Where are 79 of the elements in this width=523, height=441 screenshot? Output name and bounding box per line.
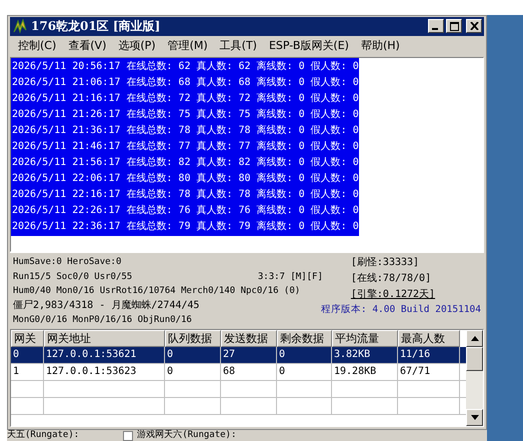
table-cell[interactable] [11, 398, 44, 416]
scrollbar[interactable] [466, 330, 483, 426]
table-cell[interactable]: 0 [277, 364, 332, 382]
table-cell[interactable] [44, 381, 165, 398]
window-title: 176乾龙01区 [商业版] [31, 18, 160, 35]
table-cell[interactable] [398, 398, 460, 416]
log-line: 2026/5/11 22:26:17 在线总数: 76 真人数: 76 离线数: 0 假人数: 0 [11, 204, 359, 218]
menu-item[interactable]: 帮助(H) [354, 38, 406, 53]
table-cell[interactable]: 0 [11, 347, 44, 364]
status-text: 僵尸2,983/4318 - 月魔蜘蛛/2744/45 [13, 298, 200, 313]
table-cell[interactable] [398, 381, 460, 398]
menu-item[interactable]: 管理(M) [162, 38, 214, 53]
table-cell[interactable]: 3.82KB [332, 347, 398, 364]
column-header[interactable]: 平均流量 [332, 330, 398, 348]
log-line: 2026/5/11 22:06:17 在线总数: 80 真人数: 80 离线数: 0 假人数: 0 [11, 172, 359, 186]
table-cell[interactable] [332, 381, 398, 398]
version-text: 程序版本: 4.00 Build 20151104 [320, 303, 481, 318]
table-cell[interactable] [11, 381, 44, 398]
log-line: 2026/5/11 20:56:17 在线总数: 62 真人数: 62 离线数: 0 假人数: 0 [11, 60, 359, 74]
status-text: MonG0/0/16 MonP0/16/16 ObjRun0/16 [13, 314, 192, 328]
menu-item[interactable]: 选项(P) [112, 38, 162, 53]
log-line: 2026/5/11 21:16:17 在线总数: 72 真人数: 72 离线数: 0 假人数: 0 [11, 92, 359, 106]
up-arrow-icon [470, 336, 478, 342]
status-text: [在线:78/78/0] [350, 272, 432, 286]
scroll-up-button[interactable] [466, 330, 483, 348]
status-text: Hum0/40 Mon0/16 UsrRot16/10764 Merch0/140 Npc0/16 (0) [13, 285, 300, 298]
log-line: 2026/5/11 21:26:17 在线总数: 75 真人数: 75 离线数: 0 假人数: 0 [11, 108, 359, 122]
mode-text: 3:3:7 [M][F] [258, 270, 323, 284]
table-cell[interactable] [165, 381, 221, 398]
table-cell[interactable]: 1 [11, 364, 44, 382]
field-label: 天五(Rungate): [7, 430, 80, 441]
table-cell[interactable]: 0 [165, 364, 221, 382]
log-line: 2026/5/11 21:06:17 在线总数: 68 真人数: 68 离线数: 0 假人数: 0 [11, 76, 359, 90]
app-icon [12, 18, 28, 34]
table-cell[interactable] [277, 398, 332, 416]
column-header[interactable]: 网关地址 [44, 330, 165, 348]
scroll-down-button[interactable] [466, 408, 483, 426]
checkbox[interactable] [123, 430, 134, 440]
log-line: 2026/5/11 22:16:17 在线总数: 78 真人数: 78 离线数: 0 假人数: 0 [11, 188, 359, 202]
table-cell[interactable] [221, 398, 277, 416]
table-cell[interactable]: 0 [277, 347, 332, 364]
menu-item[interactable]: ESP-B版网关(E) [262, 38, 355, 53]
table-cell[interactable] [44, 398, 165, 416]
table-cell[interactable]: 68 [221, 364, 277, 382]
menu-item[interactable]: 工具(T) [214, 38, 263, 53]
table-cell[interactable] [460, 347, 466, 364]
table-cell[interactable] [221, 381, 277, 398]
table-cell[interactable] [332, 398, 398, 416]
table-cell[interactable] [277, 381, 332, 398]
menu-item[interactable]: 查看(V) [62, 38, 112, 53]
down-arrow-icon [470, 414, 478, 420]
maximize-button[interactable] [446, 19, 462, 34]
maximize-icon [450, 22, 458, 31]
table-cell[interactable]: 127.0.0.1:53621 [44, 347, 165, 364]
status-text: Run15/5 Soc0/0 Usr0/55 [13, 270, 132, 284]
menu-item[interactable]: 控制(C) [12, 38, 62, 53]
column-header[interactable]: 队列数据 [165, 330, 221, 348]
close-icon [470, 22, 478, 30]
table-cell[interactable]: 67/71 [398, 364, 460, 382]
status-text: [引擎:0.1272天] [350, 288, 436, 302]
table-cell[interactable]: 11/16 [398, 347, 460, 364]
column-header[interactable]: 发送数据 [221, 330, 277, 348]
status-text: [刷怪:33333] [350, 256, 420, 270]
log-line: 2026/5/11 21:56:17 在线总数: 82 真人数: 82 离线数: 0 假人数: 0 [11, 156, 359, 170]
close-button[interactable] [466, 19, 482, 34]
log-line: 2026/5/11 21:36:17 在线总数: 78 真人数: 78 离线数: 0 假人数: 0 [11, 124, 359, 138]
status-text: HumSave:0 HeroSave:0 [13, 256, 122, 270]
table-cell[interactable]: 127.0.0.1:53623 [44, 364, 165, 382]
table-cell[interactable]: 19.28KB [332, 364, 398, 382]
column-header[interactable]: 最高人数 [398, 330, 460, 348]
log-line: 2026/5/11 21:46:17 在线总数: 77 真人数: 77 离线数: 0 假人数: 0 [11, 140, 359, 154]
table-cell[interactable] [165, 398, 221, 416]
table-cell[interactable]: 0 [165, 347, 221, 364]
table-cell[interactable]: 27 [221, 347, 277, 364]
minimize-button[interactable] [428, 19, 444, 34]
column-header[interactable]: 网关 [11, 330, 44, 348]
column-header[interactable]: 剩余数据 [277, 330, 332, 348]
log-line: 2026/5/11 22:36:17 在线总数: 79 真人数: 79 离线数: 0 假人数: 0 [11, 220, 359, 234]
scroll-thumb[interactable] [466, 347, 483, 372]
